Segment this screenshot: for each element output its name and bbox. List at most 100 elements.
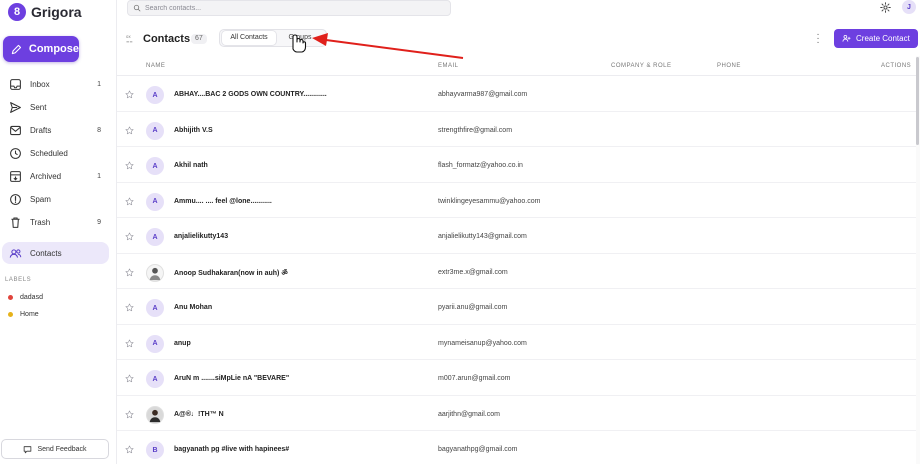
sidebar-item-contacts[interactable]: Contacts: [2, 242, 109, 264]
table-body: A ABHAY....BAC 2 GODS OWN COUNTRY........…: [117, 76, 916, 464]
table-row[interactable]: A Anu Mohan pyarii.anu@gmail.com: [117, 289, 916, 325]
labels-heading: LABELS: [5, 277, 32, 283]
contact-name[interactable]: Akhil nath: [174, 162, 208, 169]
table-row[interactable]: A ABHAY....BAC 2 GODS OWN COUNTRY........…: [117, 76, 916, 112]
label-item-home[interactable]: Home: [8, 308, 39, 320]
contact-name[interactable]: Anoop Sudhakaran(now in auh) ॐ: [174, 269, 288, 278]
star-icon[interactable]: [125, 374, 134, 383]
contact-avatar: A: [146, 157, 164, 175]
sidebar-item-drafts[interactable]: Drafts 8: [0, 119, 117, 142]
contacts-table: NAME EMAIL COMPANY & ROLE PHONE ACTIONS …: [117, 56, 916, 464]
table-row[interactable]: A Ammu.... .... feel @lone........... twin…: [117, 183, 916, 218]
contact-name[interactable]: ABHAY....BAC 2 GODS OWN COUNTRY.........…: [174, 91, 327, 98]
user-avatar[interactable]: J: [902, 0, 916, 14]
scrollbar-thumb[interactable]: [916, 57, 919, 145]
sidebar-item-archived[interactable]: Archived 1: [0, 165, 117, 188]
contact-name[interactable]: Ammu.... .... feel @lone...........: [174, 198, 272, 205]
gear-icon[interactable]: [880, 2, 891, 13]
column-header-phone: PHONE: [717, 63, 741, 69]
label-name: dadasd: [20, 293, 43, 301]
contacts-header-icon: ox ≡≡: [126, 34, 136, 44]
send-icon: [10, 102, 21, 113]
label-item-dadasd[interactable]: dadasd: [8, 291, 43, 303]
star-icon[interactable]: [125, 161, 134, 170]
svg-text:≡≡: ≡≡: [126, 39, 133, 44]
contact-photo: [146, 405, 164, 424]
sidebar-item-label: Drafts: [30, 126, 52, 135]
table-row[interactable]: A Abhijith V.S strengthfire@gmail.com: [117, 112, 916, 147]
column-header-email: EMAIL: [438, 63, 459, 69]
drafts-icon: [10, 125, 21, 136]
star-icon[interactable]: [125, 126, 134, 135]
star-icon[interactable]: [125, 303, 134, 312]
contact-email: twinklingeyesammu@yahoo.com: [438, 197, 541, 205]
contact-name[interactable]: bagyanath pg #live with hapinees#: [174, 446, 289, 453]
inbox-icon: [10, 79, 21, 90]
star-icon[interactable]: [125, 445, 134, 454]
brand[interactable]: 8 Grigora: [8, 3, 82, 21]
add-user-icon: [842, 35, 851, 42]
table-row[interactable]: A@®♩!TH™ N aarjithn@gmail.com: [117, 396, 916, 431]
star-icon[interactable]: [125, 90, 134, 99]
table-row[interactable]: Bbagyanath pg #live with hapinees# bagyan…: [117, 431, 916, 464]
pencil-icon: [11, 44, 22, 54]
search-input[interactable]: [145, 4, 425, 12]
brand-logo-icon: 8: [8, 3, 26, 21]
contact-email: anjalielikutty143@gmail.com: [438, 233, 527, 240]
compose-button[interactable]: Compose: [3, 36, 79, 62]
trash-icon: [11, 217, 20, 228]
contacts-icon: [9, 248, 22, 258]
star-icon[interactable]: [125, 410, 134, 419]
sidebar-item-sent[interactable]: Sent: [0, 96, 117, 119]
star-icon[interactable]: [125, 197, 134, 206]
contact-name[interactable]: A@®♩!TH™ N: [174, 411, 224, 418]
sidebar-item-count: 8: [97, 127, 101, 134]
send-feedback-label: Send Feedback: [37, 445, 87, 453]
table-row[interactable]: Aanup mynameisanup@yahoo.com: [117, 325, 916, 360]
contact-avatar: A: [146, 370, 164, 388]
contact-email: pyarii.anu@gmail.com: [438, 304, 508, 311]
search-bar[interactable]: [127, 0, 451, 16]
contact-name[interactable]: AruN m .......siMpLie nA "BEVARE": [174, 375, 289, 382]
sidebar-item-spam[interactable]: Spam: [0, 188, 117, 211]
sidebar-item-scheduled[interactable]: Scheduled: [0, 142, 117, 165]
sidebar-item-inbox[interactable]: Inbox 1: [0, 73, 117, 96]
sidebar-item-label: Archived: [30, 172, 62, 181]
contact-email: mynameisanup@yahoo.com: [438, 339, 527, 347]
brand-name: Grigora: [31, 4, 82, 20]
contact-name[interactable]: Anu Mohan: [174, 304, 212, 311]
contact-avatar: B: [146, 441, 164, 459]
send-feedback-button[interactable]: Send Feedback: [1, 439, 109, 459]
sidebar: 8 Grigora Compose Inbox 1 Sent Drafts 8 …: [0, 0, 117, 464]
compose-label: Compose: [28, 43, 79, 55]
star-icon[interactable]: [125, 339, 134, 348]
sidebar-item-trash[interactable]: Trash 9: [0, 211, 117, 234]
table-row[interactable]: A AruN m .......siMpLie nA "BEVARE" m007.a…: [117, 360, 916, 396]
table-row[interactable]: Aanjalielikutty143 anjalielikutty143@gmai…: [117, 218, 916, 254]
sidebar-item-count: 1: [97, 81, 101, 88]
contacts-view-toggle: All Contacts Groups: [219, 29, 327, 47]
table-row[interactable]: A Akhil nath flash_formatz@yahoo.co.in: [117, 147, 916, 183]
contact-name[interactable]: anup: [174, 340, 191, 347]
clock-icon: [10, 148, 21, 159]
more-options-icon[interactable]: · · ·: [815, 30, 821, 48]
chat-icon: [24, 445, 32, 453]
star-icon[interactable]: [125, 268, 134, 277]
tab-groups[interactable]: Groups: [278, 31, 322, 45]
contact-email: extr3me.x@gmail.com: [438, 268, 508, 276]
table-row[interactable]: Anoop Sudhakaran(now in auh) ॐ extr3me.x@…: [117, 254, 916, 289]
sidebar-nav: Inbox 1 Sent Drafts 8 Scheduled Archived…: [0, 73, 117, 264]
sidebar-item-label: Trash: [30, 218, 51, 227]
column-header-name: NAME: [146, 63, 166, 69]
star-icon[interactable]: [125, 232, 134, 241]
contact-name[interactable]: Abhijith V.S: [174, 127, 213, 134]
contact-avatar: A: [146, 192, 164, 211]
sidebar-item-label: Spam: [30, 195, 51, 204]
create-contact-button[interactable]: Create Contact: [834, 29, 918, 48]
table-header: NAME EMAIL COMPANY & ROLE PHONE ACTIONS: [117, 56, 916, 76]
contact-email: strengthfire@gmail.com: [438, 126, 513, 134]
contact-name[interactable]: anjalielikutty143: [174, 233, 228, 240]
spam-icon: [10, 194, 21, 205]
tab-all-contacts[interactable]: All Contacts: [222, 31, 276, 45]
contact-email: m007.arun@gmail.com: [438, 375, 511, 382]
